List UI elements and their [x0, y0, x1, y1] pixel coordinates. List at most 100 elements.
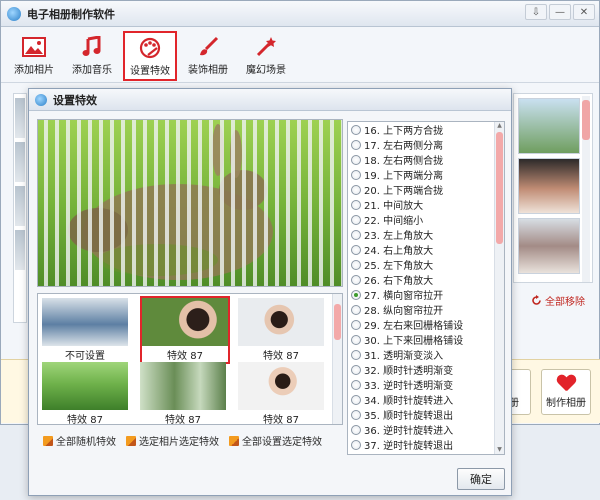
- effect-option[interactable]: 23. 左上角放大: [348, 227, 504, 242]
- decorate-album-button[interactable]: 装饰相册: [181, 31, 235, 81]
- effect-option[interactable]: 28. 纵向窗帘拉开: [348, 302, 504, 317]
- app-title: 电子相册制作软件: [27, 7, 115, 21]
- effect-option[interactable]: 29. 左右来回栅格铺设: [348, 317, 504, 332]
- radio-button[interactable]: [351, 289, 361, 300]
- thumbnail-image: [42, 298, 128, 346]
- effect-option[interactable]: 31. 透明渐变淡入: [348, 347, 504, 362]
- thumbnail-item[interactable]: 特效 87: [42, 362, 128, 426]
- effect-option[interactable]: 19. 上下两端分离: [348, 167, 504, 182]
- radio-button[interactable]: [351, 229, 361, 240]
- minimize-button[interactable]: —: [549, 4, 571, 20]
- effect-option-label: 25. 左下角放大: [364, 261, 434, 272]
- radio-button[interactable]: [351, 319, 361, 330]
- effect-option-label: 33. 逆时针透明渐变: [364, 381, 454, 392]
- effect-option[interactable]: 20. 上下两端合拢: [348, 182, 504, 197]
- effect-option[interactable]: 27. 横向窗帘拉开: [348, 287, 504, 302]
- photo-list-strip: [13, 93, 27, 323]
- effects-list: 16. 上下两方合拢 17. 左右两侧分离 18. 左右两侧合拢 19. 上下两端分离…: [347, 121, 505, 455]
- radio-button[interactable]: [351, 199, 361, 210]
- random-all-effects-link[interactable]: 全部随机特效: [43, 433, 116, 448]
- magic-scene-button[interactable]: 魔幻场景: [239, 31, 293, 81]
- effect-option[interactable]: 32. 顺时针透明渐变: [348, 362, 504, 377]
- remove-all-button[interactable]: 全部移除: [531, 293, 585, 308]
- brush-icon: [197, 36, 219, 58]
- effect-option[interactable]: 16. 上下两方合拢: [348, 122, 504, 137]
- ok-button[interactable]: 确定: [457, 468, 505, 490]
- effect-option[interactable]: 25. 左下角放大: [348, 257, 504, 272]
- set-effects-label: 设置特效: [130, 66, 170, 77]
- scroll-up-icon[interactable]: ▲: [496, 122, 503, 130]
- add-music-button[interactable]: 添加音乐: [65, 31, 119, 81]
- add-photo-label: 添加相片: [14, 65, 54, 76]
- effect-option[interactable]: 34. 顺时针旋转进入: [348, 392, 504, 407]
- effect-option[interactable]: 30. 上下来回栅格铺设: [348, 332, 504, 347]
- effect-option-label: 28. 纵向窗帘拉开: [364, 306, 444, 317]
- scroll-down-icon[interactable]: ▼: [496, 446, 503, 454]
- radio-button[interactable]: [351, 379, 361, 390]
- effect-option[interactable]: 33. 逆时针透明渐变: [348, 377, 504, 392]
- thumbnails-scrollbar[interactable]: [332, 294, 342, 424]
- apply-to-selected-link[interactable]: 选定相片选定特效: [126, 433, 219, 448]
- palette-icon: [139, 37, 161, 59]
- scroll-thumb[interactable]: [496, 132, 503, 244]
- effect-option-label: 29. 左右来回栅格铺设: [364, 321, 464, 332]
- apply-to-all-link[interactable]: 全部设置选定特效: [229, 433, 322, 448]
- magic-wand-icon: [255, 36, 277, 58]
- thumbnail-item[interactable]: 不可设置: [42, 298, 128, 362]
- radio-button[interactable]: [351, 139, 361, 150]
- effects-scrollbar[interactable]: ▲ ▼: [494, 122, 504, 454]
- options-icon[interactable]: ⇩: [525, 4, 547, 20]
- thumbnail-item[interactable]: 特效 87: [140, 362, 226, 426]
- album-photo[interactable]: [518, 218, 580, 274]
- thumbnail-item[interactable]: 特效 87: [140, 296, 230, 364]
- effect-option-label: 37. 逆时针旋转退出: [364, 441, 454, 452]
- pencil-icon: [43, 435, 53, 446]
- effect-thumbnails: 不可设置 特效 87 特效 87 特效 87 特效 87 特效 87: [37, 293, 343, 426]
- radio-button[interactable]: [351, 244, 361, 255]
- effect-option-label: 26. 右下角放大: [364, 276, 434, 287]
- set-effects-button[interactable]: 设置特效: [123, 31, 177, 81]
- radio-button[interactable]: [351, 169, 361, 180]
- radio-button[interactable]: [351, 439, 361, 450]
- radio-button[interactable]: [351, 409, 361, 420]
- thumbnail-item[interactable]: 特效 87: [238, 298, 324, 362]
- radio-button[interactable]: [351, 274, 361, 285]
- thumbnail-caption: 特效 87: [67, 415, 103, 426]
- album-photo[interactable]: [518, 98, 580, 154]
- effect-actions: 全部随机特效 选定相片选定特效 全部设置选定特效: [43, 433, 332, 448]
- radio-button[interactable]: [351, 394, 361, 405]
- effect-option-label: 34. 顺时针旋转进入: [364, 396, 454, 407]
- effect-option[interactable]: 18. 左右两侧合拢: [348, 152, 504, 167]
- thumbnail-image: [238, 298, 324, 346]
- radio-button[interactable]: [351, 424, 361, 435]
- radio-button[interactable]: [351, 259, 361, 270]
- effect-option[interactable]: 35. 顺时针旋转退出: [348, 407, 504, 422]
- thumbnail-item[interactable]: 特效 87: [238, 362, 324, 426]
- radio-button[interactable]: [351, 349, 361, 360]
- add-photo-button[interactable]: 添加相片: [7, 31, 61, 81]
- preview-image: [38, 120, 342, 286]
- album-scrollbar[interactable]: [582, 96, 590, 282]
- make-album-button[interactable]: 制作相册: [541, 369, 591, 415]
- radio-button[interactable]: [351, 214, 361, 225]
- effect-option[interactable]: 36. 逆时针旋转进入: [348, 422, 504, 437]
- effect-option-label: 16. 上下两方合拢: [364, 126, 444, 137]
- close-button[interactable]: ✕: [573, 4, 595, 20]
- effect-option-label: 35. 顺时针旋转退出: [364, 411, 454, 422]
- effect-option[interactable]: 22. 中间缩小: [348, 212, 504, 227]
- radio-button[interactable]: [351, 124, 361, 135]
- effect-option-label: 21. 中间放大: [364, 201, 424, 212]
- effect-option[interactable]: 24. 右上角放大: [348, 242, 504, 257]
- apply-to-all-label: 全部设置选定特效: [242, 437, 322, 448]
- radio-button[interactable]: [351, 184, 361, 195]
- effect-option[interactable]: 26. 右下角放大: [348, 272, 504, 287]
- radio-button[interactable]: [351, 154, 361, 165]
- effect-option[interactable]: 37. 逆时针旋转退出: [348, 437, 504, 452]
- radio-button[interactable]: [351, 364, 361, 375]
- radio-button[interactable]: [351, 304, 361, 315]
- effect-option[interactable]: 17. 左右两侧分离: [348, 137, 504, 152]
- album-photo[interactable]: [518, 158, 580, 214]
- effect-option[interactable]: 21. 中间放大: [348, 197, 504, 212]
- thumbnail-image: [42, 362, 128, 410]
- radio-button[interactable]: [351, 334, 361, 345]
